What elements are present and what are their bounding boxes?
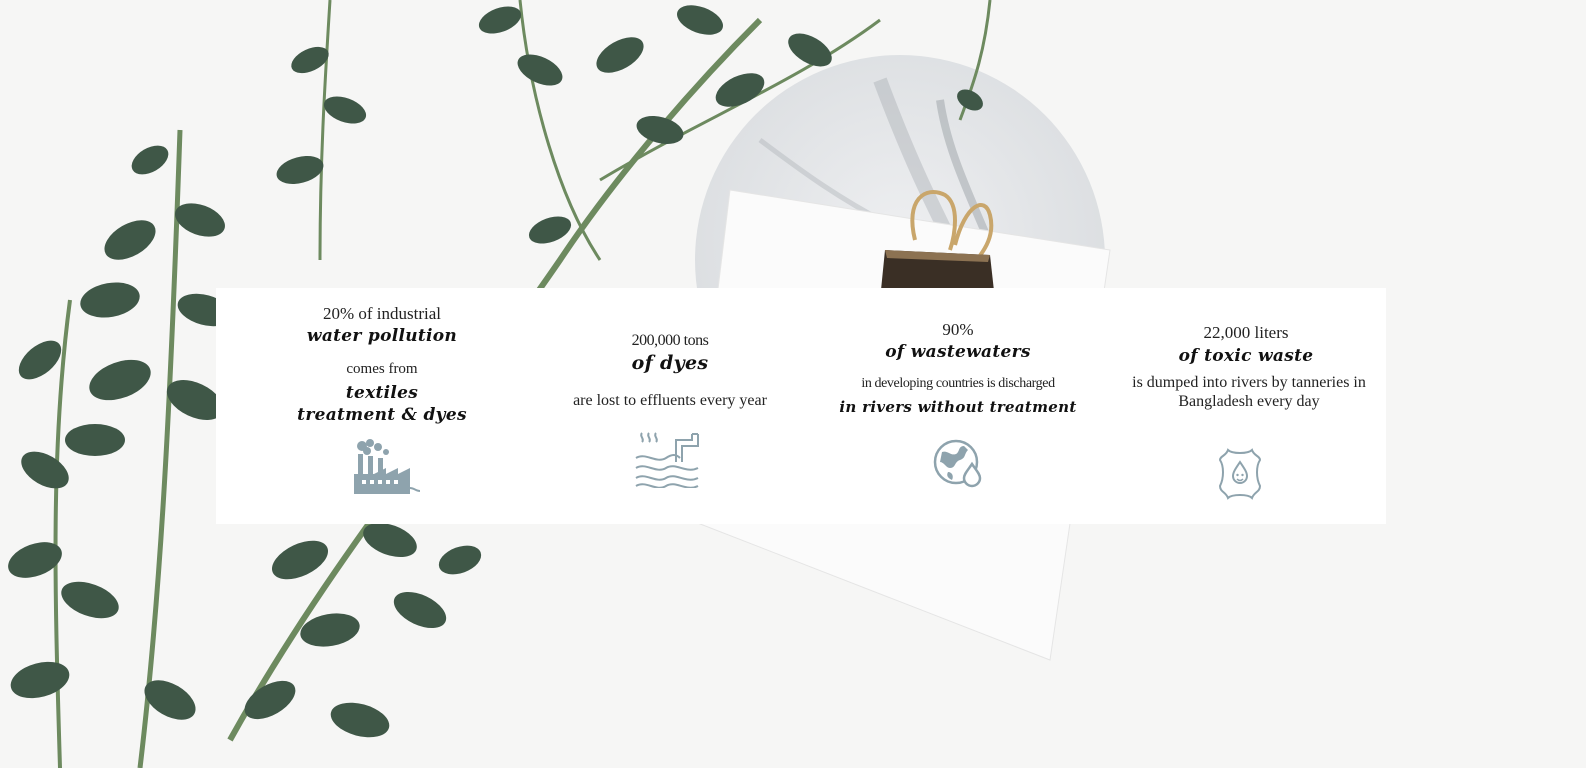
stat-detail: is dumped into rivers by tanneries in Ba… [1132, 374, 1366, 410]
stat-detail: are lost to effluents every year [573, 392, 767, 409]
stat-headline: 20% of industrial [322, 304, 442, 323]
globe-drop-icon [932, 438, 984, 490]
stat-toxic-waste-tanneries: 22,000 liters of toxic waste is dumped i… [1100, 288, 1392, 524]
stat-emphasis: of dyes [631, 352, 709, 374]
statistics-panel: 20% of industrial water pollution comes … [216, 288, 1386, 524]
stat-headline: 90% [942, 320, 974, 339]
stat-emphasis: of toxic waste [1178, 346, 1314, 366]
stat-headline: 22,000 liters [1203, 323, 1289, 342]
stat-detail: comes from [346, 361, 418, 377]
stat-wastewaters-discharged: 90% of wastewaters in developing countri… [812, 288, 1104, 524]
stat-headline: 200,000 tons [631, 332, 709, 349]
stat-emphasis-secondary: textiles treatment & dyes [297, 383, 467, 425]
stat-detail: in developing countries is discharged [861, 376, 1055, 391]
stat-industrial-water-pollution: 20% of industrial water pollution comes … [236, 288, 528, 524]
stat-emphasis-secondary: in rivers without treatment [839, 398, 1077, 416]
stat-emphasis: of wastewaters [885, 342, 1031, 362]
stat-emphasis: water pollution [306, 326, 458, 346]
wastewater-pipe-icon [634, 432, 700, 488]
factory-icon [348, 438, 420, 496]
stat-dyes-lost: 200,000 tons of dyes are lost to effluen… [524, 288, 816, 524]
leather-hide-icon [1218, 448, 1262, 500]
